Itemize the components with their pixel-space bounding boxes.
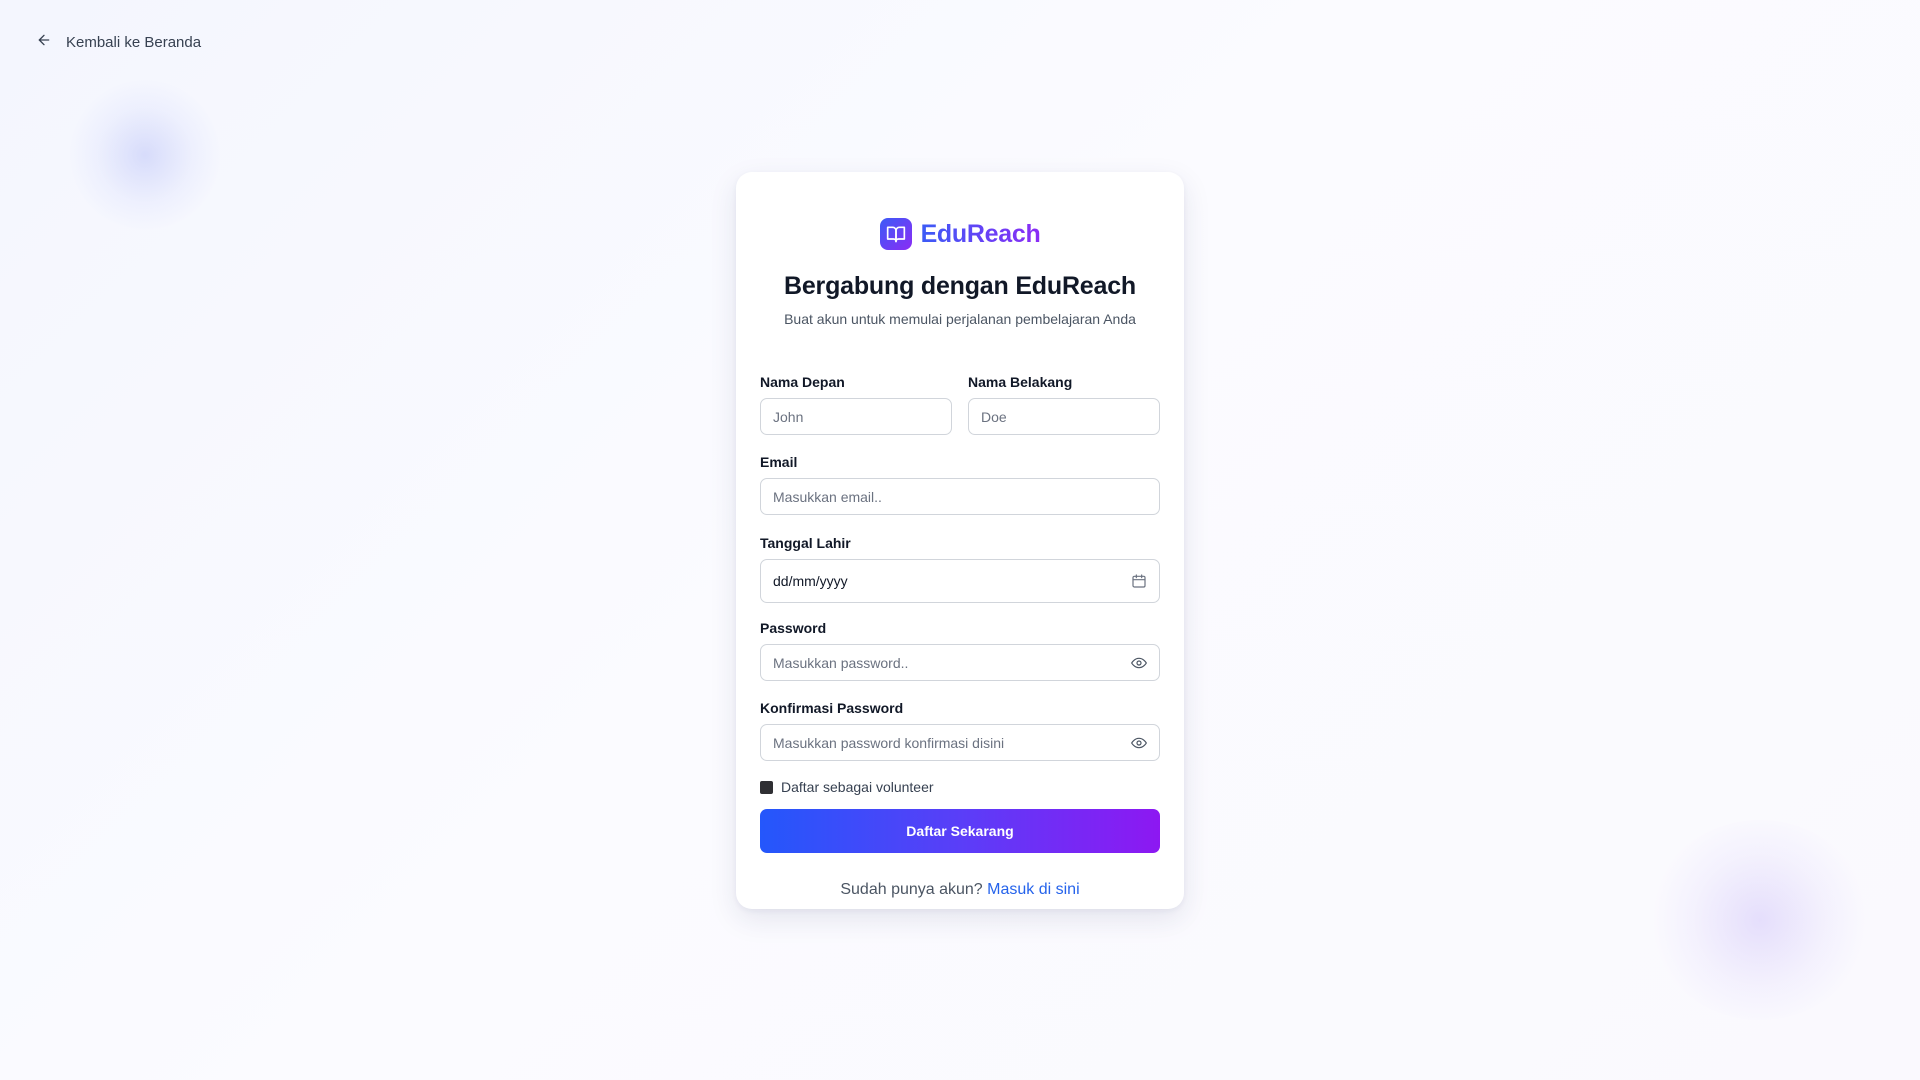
volunteer-checkbox-row: Daftar sebagai volunteer [760, 779, 1160, 795]
password-input-wrapper [760, 644, 1160, 681]
register-card: EduReach Bergabung dengan EduReach Buat … [736, 172, 1184, 909]
email-input[interactable] [773, 488, 1147, 505]
confirm-password-label: Konfirmasi Password [760, 700, 904, 716]
calendar-icon[interactable] [1131, 573, 1147, 589]
first-name-field-group: Nama Depan [760, 374, 952, 435]
back-to-home-link[interactable]: Kembali ke Beranda [36, 32, 201, 52]
login-link[interactable]: Masuk di sini [987, 881, 1079, 898]
last-name-label: Nama Belakang [968, 374, 1073, 390]
email-label: Email [760, 454, 798, 470]
last-name-field-group: Nama Belakang [968, 374, 1160, 435]
birth-date-label: Tanggal Lahir [760, 535, 851, 551]
volunteer-checkbox-label[interactable]: Daftar sebagai volunteer [781, 779, 934, 795]
page-subtitle: Buat akun untuk memulai perjalanan pembe… [784, 311, 1136, 327]
password-input[interactable] [773, 654, 1147, 671]
password-label: Password [760, 620, 827, 636]
first-name-input-wrapper [760, 398, 952, 435]
brand-name: EduReach [920, 219, 1041, 248]
login-prompt: Sudah punya akun? Masuk di sini [760, 881, 1160, 899]
confirm-password-input-wrapper [760, 724, 1160, 761]
birth-date-field-group: Tanggal Lahir dd/mm/yyyy [760, 535, 1160, 603]
volunteer-checkbox[interactable] [760, 780, 773, 794]
confirm-password-input[interactable] [773, 734, 1147, 751]
background-blob-top-left [70, 80, 220, 230]
arrow-left-icon [36, 32, 52, 52]
login-prompt-text: Sudah punya akun? [840, 881, 983, 898]
birth-date-value: dd/mm/yyyy [773, 573, 848, 589]
email-input-wrapper [760, 478, 1160, 515]
password-field-group: Password [760, 620, 1160, 681]
eye-icon[interactable] [1131, 655, 1147, 671]
book-open-icon [879, 218, 912, 250]
first-name-input[interactable] [773, 408, 939, 425]
eye-icon[interactable] [1131, 735, 1147, 751]
page-title: Bergabung dengan EduReach [784, 272, 1136, 300]
background-blob-bottom-right [1650, 820, 1870, 1020]
back-link-label: Kembali ke Beranda [66, 33, 202, 51]
register-submit-button[interactable]: Daftar Sekarang [760, 809, 1160, 853]
birth-date-input[interactable]: dd/mm/yyyy [760, 559, 1160, 603]
email-field-group: Email [760, 454, 1160, 515]
first-name-label: Nama Depan [760, 374, 845, 390]
last-name-input-wrapper [968, 398, 1160, 435]
name-row: Nama Depan Nama Belakang [760, 374, 1160, 435]
brand: EduReach [760, 218, 1160, 250]
confirm-password-field-group: Konfirmasi Password [760, 700, 1160, 761]
last-name-input[interactable] [981, 408, 1147, 425]
